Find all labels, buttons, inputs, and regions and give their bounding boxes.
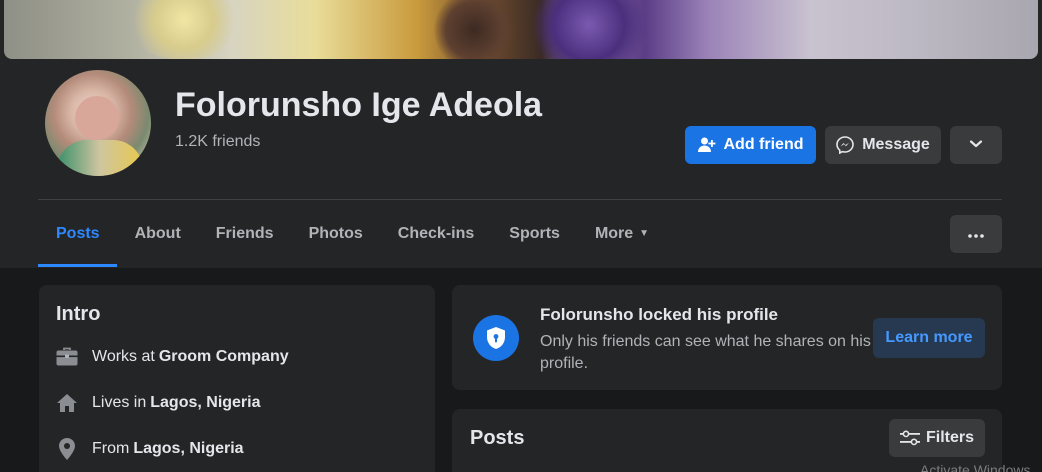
tab-posts[interactable]: Posts [38, 200, 117, 267]
sliders-icon [899, 430, 920, 446]
briefcase-icon [56, 346, 78, 368]
locked-title: Folorunsho locked his profile [540, 305, 779, 324]
filters-label: Filters [925, 429, 974, 446]
avatar[interactable] [42, 67, 154, 179]
ellipsis-icon [968, 225, 984, 243]
tab-label: Posts [56, 224, 100, 242]
tab-friends[interactable]: Friends [198, 200, 291, 267]
add-friend-label: Add friend [723, 136, 804, 153]
intro-from-value[interactable]: Lagos, Nigeria [133, 440, 243, 458]
avatar-shirt [57, 140, 143, 176]
posts-title: Posts [470, 427, 525, 449]
tab-label: About [134, 224, 181, 242]
profile-options-button[interactable] [950, 126, 1002, 164]
avatar-face [75, 96, 119, 140]
intro-work: Works at Groom Company [56, 346, 289, 368]
messenger-icon [836, 136, 855, 154]
intro-card: Intro Works at Groom Company Lives in La… [39, 285, 435, 472]
locked-description: Only his friends can see what he shares … [540, 333, 871, 372]
shield-lock-icon [473, 315, 519, 361]
cover-clothing [524, 0, 654, 59]
message-button[interactable]: Message [825, 126, 941, 164]
tab-check-ins[interactable]: Check-ins [380, 200, 491, 267]
tab-more[interactable]: More ▼ [577, 200, 666, 267]
caret-down-icon: ▼ [639, 228, 650, 239]
tab-photos[interactable]: Photos [291, 200, 380, 267]
locked-profile-card: Folorunsho locked his profile Only his f… [452, 285, 1002, 390]
tab-label: Check-ins [397, 224, 475, 242]
cover-highlight [124, 0, 244, 59]
learn-more-button[interactable]: Learn more [873, 318, 985, 358]
tab-label: Friends [215, 224, 274, 242]
chevron-down-icon [969, 136, 983, 154]
message-label: Message [862, 136, 930, 153]
tab-label: More [594, 224, 634, 242]
intro-lives-value[interactable]: Lagos, Nigeria [150, 394, 260, 412]
friends-count[interactable]: 1.2K friends [175, 133, 260, 151]
cover-figure [434, 0, 514, 59]
intro-work-value[interactable]: Groom Company [159, 348, 289, 366]
add-friend-button[interactable]: Add friend [685, 126, 816, 164]
intro-title: Intro [56, 303, 101, 325]
filters-button[interactable]: Filters [889, 419, 985, 457]
intro-from-prefix: From [92, 440, 130, 457]
intro-from: From Lagos, Nigeria [56, 438, 244, 460]
intro-lives-prefix: Lives in [92, 394, 147, 411]
intro-work-prefix: Works at [92, 348, 155, 365]
profile-name: Folorunsho Ige Adeola [175, 86, 543, 124]
home-icon [56, 392, 78, 414]
tab-sports[interactable]: Sports [491, 200, 577, 267]
location-pin-icon [56, 438, 78, 460]
tabs-more-button[interactable] [950, 215, 1002, 253]
tab-label: Photos [308, 224, 363, 242]
tab-about[interactable]: About [117, 200, 198, 267]
profile-tabs: Posts About Friends Photos Check-ins Spo… [38, 200, 666, 267]
tab-label: Sports [509, 224, 560, 242]
activate-windows-watermark: Activate Windows [920, 462, 1031, 472]
intro-lives: Lives in Lagos, Nigeria [56, 392, 261, 414]
person-plus-icon [697, 137, 716, 153]
cover-photo[interactable] [4, 0, 1038, 59]
